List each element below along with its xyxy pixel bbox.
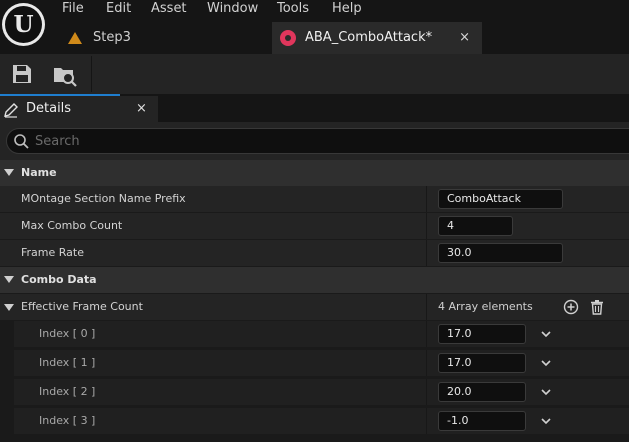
element-label: Index [ 2 ] <box>39 385 96 398</box>
expand-arrow-icon[interactable] <box>4 304 14 311</box>
trash-icon[interactable] <box>589 299 605 315</box>
anim-montage-icon <box>280 30 296 46</box>
column-divider[interactable] <box>426 240 427 266</box>
array-element-row: Index [ 1 ] 17.0 <box>0 350 629 376</box>
pencil-icon <box>4 103 18 118</box>
tab-details[interactable]: Details × <box>0 94 158 122</box>
tab-aba-comboattack[interactable]: ABA_ComboAttack* × <box>272 22 482 54</box>
panel-tab-bar: Details × <box>0 94 629 122</box>
menu-window[interactable]: Window <box>207 0 258 18</box>
tab-step3[interactable]: Step3 <box>60 22 260 54</box>
column-divider[interactable] <box>426 379 427 405</box>
column-divider[interactable] <box>426 186 427 212</box>
main-menu: File Edit Asset Window Tools Help <box>0 0 629 18</box>
close-tab-icon[interactable]: × <box>459 22 470 54</box>
save-icon <box>13 65 31 83</box>
search-box <box>6 128 629 154</box>
toolbar-divider <box>91 56 92 92</box>
menu-help[interactable]: Help <box>332 0 362 18</box>
indent-gutter <box>0 321 14 347</box>
details-tab-label: Details <box>26 101 72 116</box>
title-bar: U File Edit Asset Window Tools Help Step… <box>0 0 629 54</box>
array-element-count: 4 Array elements <box>438 300 533 313</box>
chevron-down-icon[interactable] <box>540 329 552 339</box>
chevron-down-icon[interactable] <box>540 416 552 426</box>
browse-to-asset-icon <box>54 68 77 87</box>
column-divider[interactable] <box>426 350 427 376</box>
property-label: MOntage Section Name Prefix <box>21 192 186 205</box>
property-row-max-combo-count: Max Combo Count 4 <box>0 213 629 239</box>
browse-to-asset-button[interactable] <box>51 60 79 88</box>
menu-edit[interactable]: Edit <box>106 0 131 18</box>
indent-gutter <box>0 350 14 376</box>
property-label: Effective Frame Count <box>21 300 143 313</box>
property-label: Frame Rate <box>21 246 84 259</box>
property-row-montage-section-name-prefix: MOntage Section Name Prefix ComboAttack <box>0 186 629 212</box>
close-details-icon[interactable]: × <box>136 96 147 122</box>
expand-arrow-icon[interactable] <box>4 276 14 283</box>
add-element-icon[interactable] <box>563 299 579 315</box>
column-divider[interactable] <box>426 408 427 434</box>
property-grid: Name MOntage Section Name Prefix ComboAt… <box>0 160 629 442</box>
search-input[interactable] <box>35 129 595 153</box>
array-element-row: Index [ 3 ] -1.0 <box>0 408 629 434</box>
expand-arrow-icon[interactable] <box>4 169 14 176</box>
search-area <box>0 122 629 160</box>
column-divider[interactable] <box>426 213 427 239</box>
property-row-frame-rate: Frame Rate 30.0 <box>0 240 629 266</box>
category-label: Combo Data <box>21 273 97 286</box>
index-0-field[interactable]: 17.0 <box>438 324 526 344</box>
chevron-down-icon[interactable] <box>540 358 552 368</box>
property-row-effective-frame-count: Effective Frame Count 4 Array elements <box>0 294 629 320</box>
max-combo-count-field[interactable]: 4 <box>438 216 513 236</box>
search-icon <box>14 134 29 149</box>
index-3-field[interactable]: -1.0 <box>438 411 526 431</box>
tab-label: Step3 <box>93 30 131 45</box>
index-1-field[interactable]: 17.0 <box>438 353 526 373</box>
element-label: Index [ 1 ] <box>39 356 96 369</box>
category-label: Name <box>21 166 57 179</box>
indent-gutter <box>0 379 14 405</box>
element-label: Index [ 3 ] <box>39 414 96 427</box>
column-divider[interactable] <box>426 321 427 347</box>
element-label: Index [ 0 ] <box>39 327 96 340</box>
category-name[interactable]: Name <box>0 160 629 186</box>
save-button[interactable] <box>8 60 36 88</box>
array-element-row: Index [ 2 ] 20.0 <box>0 379 629 405</box>
array-element-row: Index [ 0 ] 17.0 <box>0 321 629 347</box>
property-label: Max Combo Count <box>21 219 123 232</box>
tab-label: ABA_ComboAttack* <box>305 30 433 45</box>
level-icon <box>68 32 82 44</box>
category-combo-data[interactable]: Combo Data <box>0 267 629 293</box>
frame-rate-field[interactable]: 30.0 <box>438 243 563 263</box>
menu-file[interactable]: File <box>62 0 84 18</box>
menu-tools[interactable]: Tools <box>277 0 309 18</box>
column-divider[interactable] <box>426 294 427 320</box>
toolbar <box>0 54 629 94</box>
index-2-field[interactable]: 20.0 <box>438 382 526 402</box>
indent-gutter <box>0 408 14 434</box>
menu-asset[interactable]: Asset <box>151 0 187 18</box>
chevron-down-icon[interactable] <box>540 387 552 397</box>
montage-section-name-prefix-field[interactable]: ComboAttack <box>438 189 563 209</box>
